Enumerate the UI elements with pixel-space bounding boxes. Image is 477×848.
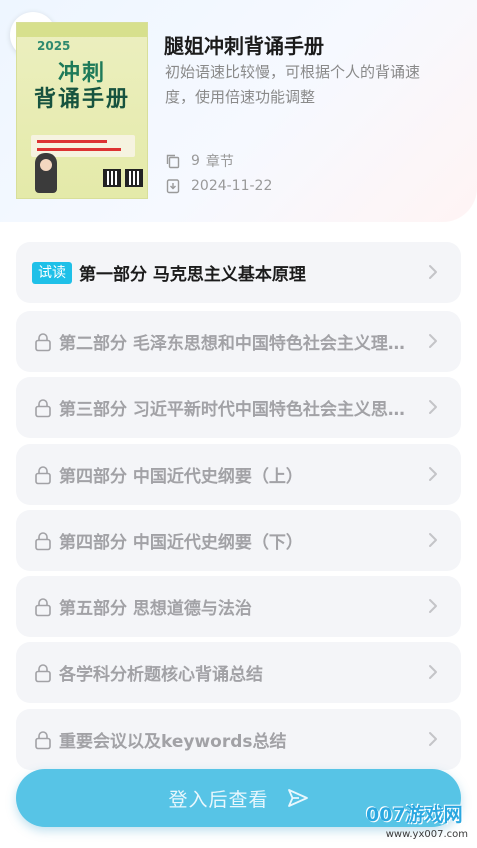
lock-icon <box>34 531 52 551</box>
chapter-label: 第一部分 马克思主义基本原理 <box>79 265 306 285</box>
book-header-card: 2025 冲刺 背诵手册 腿姐冲刺背诵手册 初始语速比较慢，可根据个人的背诵速度… <box>0 0 477 222</box>
chapter-item[interactable]: 第二部分 毛泽东思想和中国特色社会主义理论体系概论 <box>16 311 461 372</box>
copy-icon <box>165 153 181 169</box>
download-icon <box>165 178 181 194</box>
date-row: 2024-11-22 <box>165 178 272 194</box>
chapter-count-row: 9 章节 <box>165 151 234 171</box>
chapter-label: 重要会议以及keywords总结 <box>59 732 287 752</box>
chapter-item[interactable]: 重要会议以及keywords总结 <box>16 709 461 770</box>
chapter-label: 各学科分析题核心背诵总结 <box>59 665 263 685</box>
cover-qr-code <box>103 169 121 187</box>
book-title: 腿姐冲刺背诵手册 <box>164 34 324 58</box>
book-cover: 2025 冲刺 背诵手册 <box>16 22 148 199</box>
lock-icon <box>34 730 52 750</box>
chapter-count-unit: 章节 <box>205 154 234 170</box>
watermark-url: www.yx007.com <box>385 829 468 840</box>
chapter-label: 第四部分 中国近代史纲要（上） <box>59 467 303 487</box>
lock-icon <box>34 597 52 617</box>
chapter-item[interactable]: 第四部分 中国近代史纲要（下） <box>16 510 461 571</box>
chevron-right-icon <box>427 398 439 416</box>
cover-qr-code <box>125 169 143 187</box>
chapter-label: 第四部分 中国近代史纲要（下） <box>59 533 303 553</box>
chapter-label: 第五部分 思想道德与法治 <box>59 599 252 619</box>
chevron-right-icon <box>427 531 439 549</box>
chevron-right-icon <box>427 332 439 350</box>
chapter-item[interactable]: 试读 第一部分 马克思主义基本原理 <box>16 242 461 303</box>
cover-top-strip <box>17 23 147 37</box>
chapter-count: 9 <box>191 153 200 169</box>
trial-badge: 试读 <box>32 261 72 284</box>
cover-year: 2025 <box>37 39 71 53</box>
chapter-item[interactable]: 第四部分 中国近代史纲要（上） <box>16 444 461 505</box>
chapter-item[interactable]: 各学科分析题核心背诵总结 <box>16 642 461 703</box>
book-description: 初始语速比较慢，可根据个人的背诵速度，使用倍速功能调整 <box>165 63 421 106</box>
chapter-item[interactable]: 第五部分 思想道德与法治 <box>16 576 461 637</box>
lock-icon <box>34 398 52 418</box>
watermark-logo-text: 007游戏网 <box>366 804 463 826</box>
lock-icon <box>34 332 52 352</box>
lock-icon <box>34 465 52 485</box>
chevron-right-icon <box>427 465 439 483</box>
site-watermark: 007游戏网 www.yx007.com <box>366 800 474 846</box>
login-button-label: 登入后查看 <box>168 788 269 811</box>
publish-date: 2024-11-22 <box>191 178 273 194</box>
chevron-right-icon <box>427 730 439 748</box>
chapter-label: 第二部分 毛泽东思想和中国特色社会主义理论体系概论 <box>59 334 411 354</box>
cover-illustration <box>35 153 57 193</box>
chevron-right-icon <box>427 263 439 281</box>
cover-title-line2: 背诵手册 <box>33 87 130 112</box>
chapter-label: 第三部分 习近平新时代中国特色社会主义思想概论 <box>59 400 411 420</box>
send-icon <box>287 788 309 808</box>
chapter-item[interactable]: 第三部分 习近平新时代中国特色社会主义思想概论 <box>16 377 461 438</box>
chevron-right-icon <box>427 663 439 681</box>
chevron-right-icon <box>427 597 439 615</box>
lock-icon <box>34 663 52 683</box>
